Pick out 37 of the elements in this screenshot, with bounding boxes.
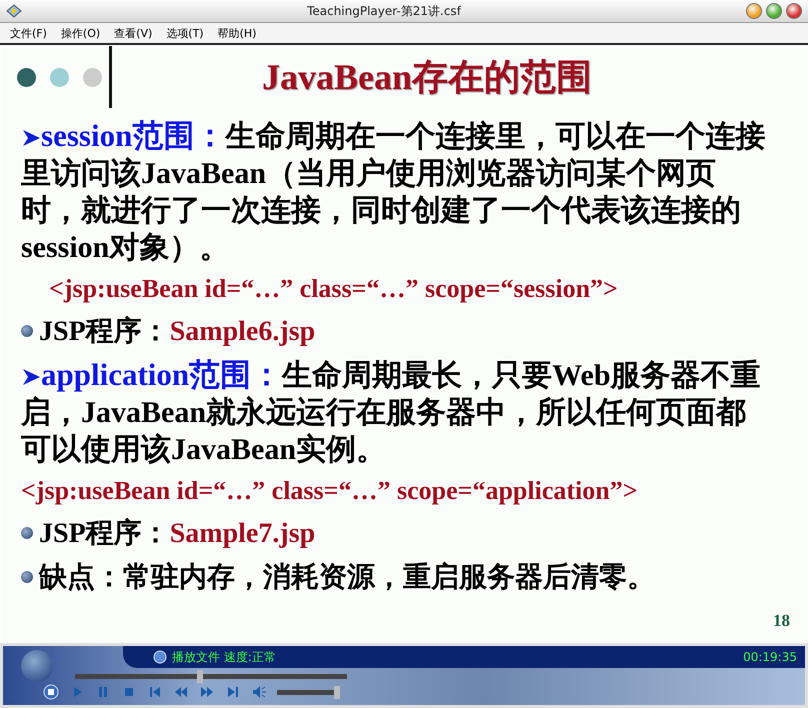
bullet-icon: [21, 571, 33, 583]
next-button[interactable]: [225, 684, 241, 700]
menu-item[interactable]: 查看(V): [112, 26, 154, 40]
disc-icon: [153, 650, 167, 664]
bullet-text: JSP程序：Sample7.jsp: [39, 516, 316, 551]
status-text: 播放文件 速度:正常: [172, 648, 277, 666]
bullet-text: 缺点：常驻内存，消耗资源，重启服务器后清零。: [39, 560, 655, 595]
menu-item[interactable]: 文件(F): [8, 26, 49, 40]
bullet-icon: [21, 527, 33, 539]
code-line: <jsp:useBean id=“…” class=“…” scope=“session”>: [48, 274, 619, 304]
close-button[interactable]: [786, 3, 802, 19]
code-line: <jsp:useBean id=“…” class=“…” scope=“application”>: [21, 476, 639, 506]
menu-item[interactable]: 选项(T): [164, 26, 206, 40]
page-number: 18: [773, 611, 790, 631]
slide-title: JavaBean存在的范围: [262, 56, 592, 98]
menu-button[interactable]: [43, 684, 59, 700]
menu-item[interactable]: 帮助(H): [216, 26, 258, 40]
window-title: TeachingPlayer-第21讲.csf: [306, 2, 462, 20]
minimize-button[interactable]: [746, 3, 762, 19]
dot-icon: [50, 68, 69, 86]
menu-item[interactable]: 操作(O): [58, 26, 102, 40]
bullet-icon: [21, 325, 33, 337]
arrowhead-icon: [21, 128, 41, 148]
heading-paragraph: session范围：生命周期在一个连接里，可以在一个连接里访问该JavaBean（当用户使用浏览器访问某个网页时，就进行了一次连接，同时创建了一个代表该连接的session对象）。: [21, 117, 766, 266]
maximize-button[interactable]: [766, 3, 782, 19]
previous-button[interactable]: [147, 684, 163, 700]
heading-paragraph: application范围：生命周期最长，只要Web服务器不重启，JavaBean就永远运行在服务器中，所以任何页面都可以使用该JavaBean实例。: [21, 356, 762, 468]
playback-time: 00:19:35: [743, 650, 797, 664]
volume-icon[interactable]: [251, 684, 267, 700]
volume-thumb[interactable]: [334, 686, 340, 698]
bullet-text: JSP程序：Sample6.jsp: [39, 314, 316, 349]
rewind-button[interactable]: [173, 684, 189, 700]
arrowhead-icon: [21, 367, 41, 387]
progress-thumb[interactable]: [197, 670, 204, 683]
dot-icon: [83, 68, 102, 86]
dot-icon: [17, 68, 36, 86]
fast-forward-button[interactable]: [199, 684, 215, 700]
